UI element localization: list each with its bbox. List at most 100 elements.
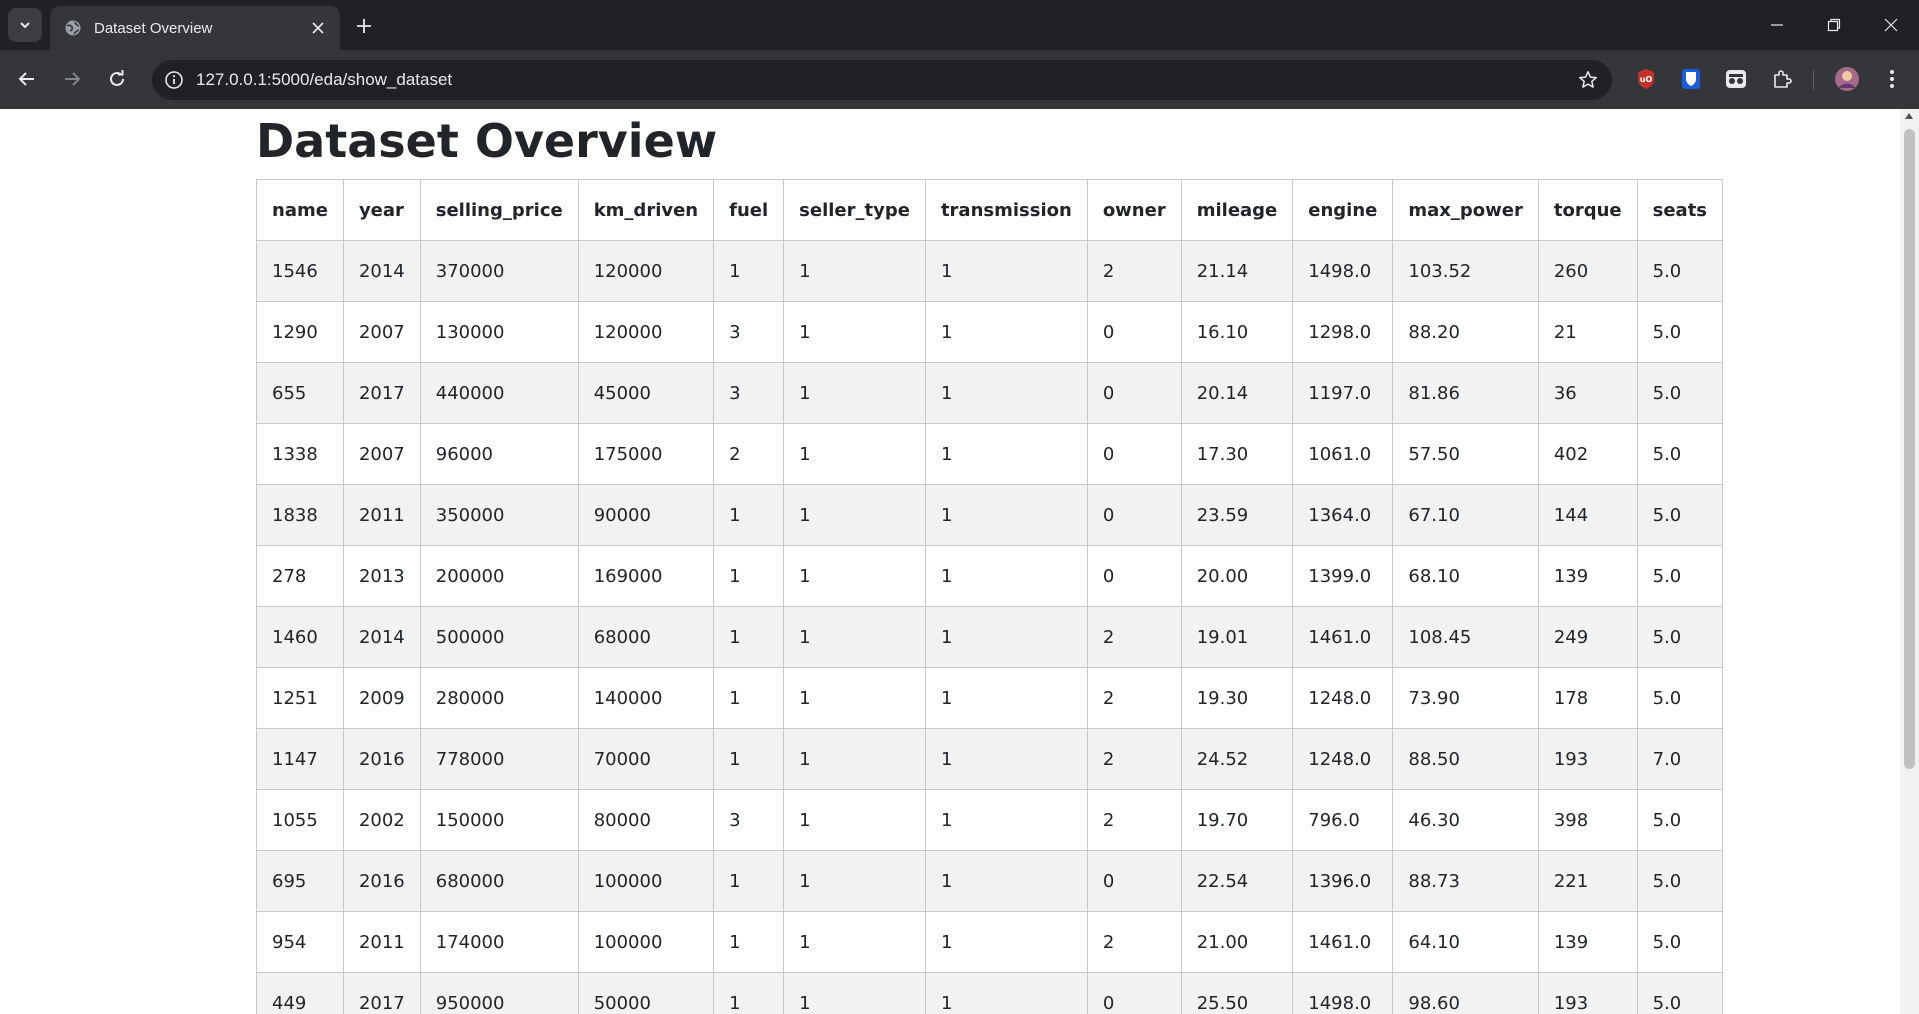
table-cell: 23.59 (1180, 484, 1294, 546)
table-cell: 2011 (342, 911, 421, 973)
table-cell: 0 (1086, 301, 1182, 363)
table-cell: 81.86 (1392, 362, 1539, 424)
column-header: seats (1636, 179, 1724, 241)
table-cell: 45000 (577, 362, 715, 424)
table-cell: 46.30 (1392, 789, 1539, 851)
table-row: 1147 2016 778000 70000 1 1 1 2 24.52 1248.0 88.50 1… (256, 728, 1724, 790)
table-cell: 17.30 (1180, 423, 1294, 485)
table-cell: 1 (924, 484, 1088, 546)
table-cell: 5.0 (1636, 850, 1724, 912)
table-cell: 1 (924, 850, 1088, 912)
table-cell: 2009 (342, 667, 421, 729)
table-cell: 2 (1086, 606, 1182, 668)
column-header: engine (1292, 179, 1394, 241)
table-cell: 1 (713, 606, 785, 668)
table-cell: 500000 (419, 606, 579, 668)
browser-tab-active[interactable]: Dataset Overview (50, 6, 340, 50)
table-cell: 1 (783, 789, 926, 851)
column-header: transmission (924, 179, 1088, 241)
table-row: 1838 2011 350000 90000 1 1 1 0 23.59 1364.0 67.10 1… (256, 484, 1724, 546)
table-cell: 1 (783, 667, 926, 729)
url-text[interactable]: 127.0.0.1:5000/eda/show_dataset (196, 60, 452, 100)
table-row: 655 2017 440000 45000 3 1 1 0 20.14 1197.0 81.86 36… (256, 362, 1724, 424)
table-cell: 950000 (419, 972, 579, 1014)
table-cell: 5.0 (1636, 484, 1724, 546)
table-cell: 1298.0 (1292, 301, 1394, 363)
table-cell: 120000 (577, 240, 715, 302)
table-cell: 150000 (419, 789, 579, 851)
table-cell: 21.14 (1180, 240, 1294, 302)
table-body: 1546 2014 370000 120000 1 1 1 2 21.14 1498.0 103.5… (256, 240, 1724, 1014)
table-cell: 1 (713, 972, 785, 1014)
table-row: 695 2016 680000 100000 1 1 1 0 22.54 1396.0 88.73 2… (256, 850, 1724, 912)
table-cell: 88.73 (1392, 850, 1539, 912)
forward-button[interactable] (57, 64, 87, 94)
star-icon[interactable] (1578, 70, 1598, 90)
table-cell: 68000 (577, 606, 715, 668)
table-cell: 19.70 (1180, 789, 1294, 851)
table-cell: 96000 (419, 423, 579, 485)
incognito-extension-icon[interactable] (1724, 67, 1748, 91)
table-cell: 90000 (577, 484, 715, 546)
window-close-button[interactable] (1863, 0, 1919, 50)
table-cell: 2 (1086, 911, 1182, 973)
table-cell: 1 (924, 545, 1088, 607)
minimize-button[interactable] (1749, 0, 1805, 50)
globe-icon (65, 20, 81, 36)
table-cell: 1461.0 (1292, 606, 1394, 668)
scroll-up-arrow-icon[interactable] (1905, 113, 1913, 119)
table-cell: 130000 (419, 301, 579, 363)
table-cell: 19.01 (1180, 606, 1294, 668)
address-bar[interactable]: 127.0.0.1:5000/eda/show_dataset (152, 60, 1612, 100)
table-cell: 1 (783, 850, 926, 912)
table-cell: 249 (1537, 606, 1638, 668)
table-cell: 1 (713, 911, 785, 973)
table-cell: 108.45 (1392, 606, 1539, 668)
toolbar-divider (1813, 70, 1814, 90)
table-cell: 1248.0 (1292, 667, 1394, 729)
back-button[interactable] (12, 64, 42, 94)
tab-search-button[interactable] (8, 8, 42, 42)
info-icon[interactable] (164, 70, 184, 90)
column-header: mileage (1180, 179, 1294, 241)
table-cell: 68.10 (1392, 545, 1539, 607)
table-cell: 0 (1086, 362, 1182, 424)
table-cell: 174000 (419, 911, 579, 973)
table-row: 1546 2014 370000 120000 1 1 1 2 21.14 1498.0 103.5… (256, 240, 1724, 302)
table-cell: 3 (713, 789, 785, 851)
new-tab-button[interactable] (350, 12, 378, 40)
close-icon[interactable] (308, 18, 328, 38)
table-cell: 0 (1086, 850, 1182, 912)
table-cell: 5.0 (1636, 972, 1724, 1014)
restore-button[interactable] (1806, 0, 1862, 50)
vertical-scrollbar[interactable] (1900, 109, 1919, 1014)
column-header: year (342, 179, 421, 241)
table-cell: 1 (924, 728, 1088, 790)
table-cell: 1 (924, 362, 1088, 424)
ublock-extension-icon[interactable]: uO (1634, 67, 1658, 91)
table-cell: 449 (256, 972, 344, 1014)
puzzle-icon[interactable] (1770, 67, 1794, 91)
table-cell: 100000 (577, 850, 715, 912)
column-header: fuel (713, 179, 785, 241)
arrow-left-icon (18, 72, 34, 86)
table-cell: 73.90 (1392, 667, 1539, 729)
table-cell: 1248.0 (1292, 728, 1394, 790)
table-cell: 1 (713, 728, 785, 790)
table-cell: 1 (783, 423, 926, 485)
table-cell: 1 (713, 667, 785, 729)
kebab-menu-icon[interactable] (1880, 67, 1904, 91)
table-cell: 398 (1537, 789, 1638, 851)
avatar[interactable] (1834, 66, 1860, 92)
table-cell: 144 (1537, 484, 1638, 546)
table-cell: 1 (783, 484, 926, 546)
bitwarden-extension-icon[interactable] (1679, 67, 1703, 91)
table-row: 954 2011 174000 100000 1 1 1 2 21.00 1461.0 64.10 1… (256, 911, 1724, 973)
reload-button[interactable] (102, 64, 132, 94)
table-cell: 1 (783, 301, 926, 363)
table-cell: 50000 (577, 972, 715, 1014)
table-cell: 5.0 (1636, 301, 1724, 363)
table-cell: 1396.0 (1292, 850, 1394, 912)
column-header: km_driven (577, 179, 715, 241)
scrollbar-thumb[interactable] (1904, 129, 1915, 769)
